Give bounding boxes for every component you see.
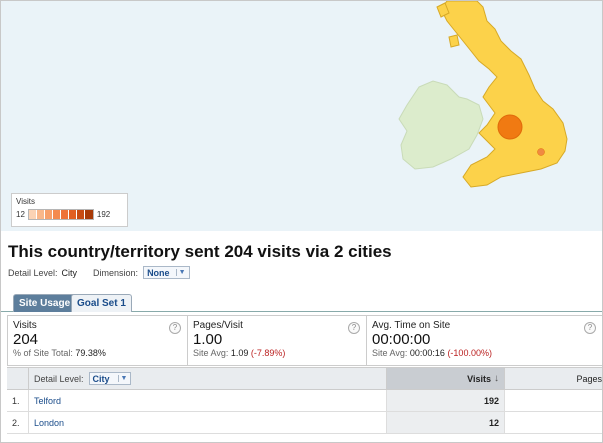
help-icon[interactable]: ?	[348, 322, 360, 334]
metric-value: 204	[13, 331, 39, 348]
metric-sub-prefix: Site Avg:	[193, 348, 229, 358]
map-legend: Visits 12 192	[11, 193, 128, 227]
tab-goal-set-1[interactable]: Goal Set 1	[71, 294, 132, 312]
detail-level-dropdown-value: City	[92, 373, 110, 384]
legend-swatch	[44, 210, 53, 219]
header-detail-cell: Detail Level: City ▼	[29, 368, 387, 389]
row-city-cell: London	[29, 412, 387, 433]
metric-sub: % of Site Total: 79.38%	[13, 348, 182, 358]
dimension-label: Dimension:	[93, 267, 139, 278]
legend-swatch	[52, 210, 61, 219]
legend-title: Visits	[16, 197, 35, 206]
metrics-summary: Visits 204 % of Site Total: 79.38% ? Pag…	[7, 315, 602, 366]
metric-avg-time-on-site: Avg. Time on Site 00:00:00 Site Avg: 00:…	[367, 316, 602, 366]
help-icon[interactable]: ?	[584, 322, 596, 334]
metric-value: 00:00:00	[372, 331, 431, 348]
sort-descending-icon: ↓	[494, 373, 499, 384]
detail-level-value: City	[61, 267, 78, 278]
cities-table: Detail Level: City ▼ Visits ↓ Pages 1. T…	[7, 367, 602, 434]
column-header-pages[interactable]: Pages	[505, 368, 602, 389]
legend-swatch	[76, 210, 85, 219]
great-britain-region	[440, 1, 568, 188]
london-marker[interactable]	[537, 148, 545, 156]
row-visits: 12	[387, 412, 505, 433]
row-index: 1.	[7, 390, 29, 411]
legend-swatch	[68, 210, 77, 219]
row-pages	[505, 412, 602, 433]
legend-swatch	[28, 210, 37, 219]
metric-label: Pages/Visit	[193, 320, 243, 331]
detail-level-label: Detail Level:	[8, 267, 58, 278]
legend-swatch	[36, 210, 45, 219]
chevron-down-icon: ▼	[117, 375, 127, 382]
legend-swatch	[84, 210, 93, 219]
metric-sub-value: 00:00:16	[409, 348, 445, 358]
table-row: 1. Telford 192	[7, 390, 602, 412]
metric-label: Visits	[13, 320, 37, 331]
legend-max: 192	[96, 210, 111, 219]
metric-value: 1.00	[193, 331, 223, 348]
analytics-panel: Visits 12 192 This country/territory sen…	[0, 0, 603, 443]
tab-bar: Site Usage Goal Set 1	[1, 294, 602, 312]
help-icon[interactable]: ?	[169, 322, 181, 334]
metric-sub: Site Avg: 1.09 (-7.89%)	[193, 348, 361, 358]
dimension-value: None	[147, 267, 170, 278]
metric-sub-change: (-100.00%)	[447, 348, 492, 358]
metric-sub-prefix: % of Site Total:	[13, 348, 73, 358]
row-index: 2.	[7, 412, 29, 433]
telford-marker[interactable]	[497, 114, 523, 140]
ireland-region	[398, 80, 484, 170]
legend-gradient	[27, 209, 94, 220]
city-link-london[interactable]: London	[34, 418, 64, 428]
row-city-cell: Telford	[29, 390, 387, 411]
metric-sub: Site Avg: 00:00:16 (-100.00%)	[372, 348, 597, 358]
table-header: Detail Level: City ▼ Visits ↓ Pages	[7, 367, 602, 390]
metric-sub-prefix: Site Avg:	[372, 348, 408, 358]
tab-site-usage[interactable]: Site Usage	[13, 294, 77, 312]
chevron-down-icon: ▼	[175, 269, 186, 276]
city-link-telford[interactable]: Telford	[34, 396, 61, 406]
metric-sub-value: 1.09	[230, 348, 249, 358]
table-detail-label: Detail Level:	[34, 373, 84, 384]
metric-sub-value: 79.38%	[75, 348, 106, 358]
column-header-pages-label: Pages	[576, 373, 602, 384]
uk-map[interactable]: Visits 12 192	[1, 1, 602, 231]
island-west	[448, 34, 460, 48]
row-visits: 192	[387, 390, 505, 411]
metric-label: Avg. Time on Site	[372, 320, 451, 331]
detail-level-bar: Detail Level: City Dimension: None ▼	[8, 266, 190, 279]
metric-visits: Visits 204 % of Site Total: 79.38% ?	[7, 316, 188, 366]
legend-swatch	[60, 210, 69, 219]
dimension-dropdown[interactable]: None ▼	[143, 266, 190, 279]
metric-pages-per-visit: Pages/Visit 1.00 Site Avg: 1.09 (-7.89%)…	[188, 316, 367, 366]
detail-level-dropdown[interactable]: City ▼	[88, 372, 132, 385]
header-index-cell	[7, 368, 29, 389]
page-title: This country/territory sent 204 visits v…	[8, 242, 392, 261]
legend-min: 12	[16, 210, 25, 219]
metric-sub-change: (-7.89%)	[250, 348, 286, 358]
column-header-visits-label: Visits	[467, 373, 491, 384]
table-row: 2. London 12	[7, 412, 602, 434]
row-pages	[505, 390, 602, 411]
column-header-visits[interactable]: Visits ↓	[387, 368, 505, 389]
